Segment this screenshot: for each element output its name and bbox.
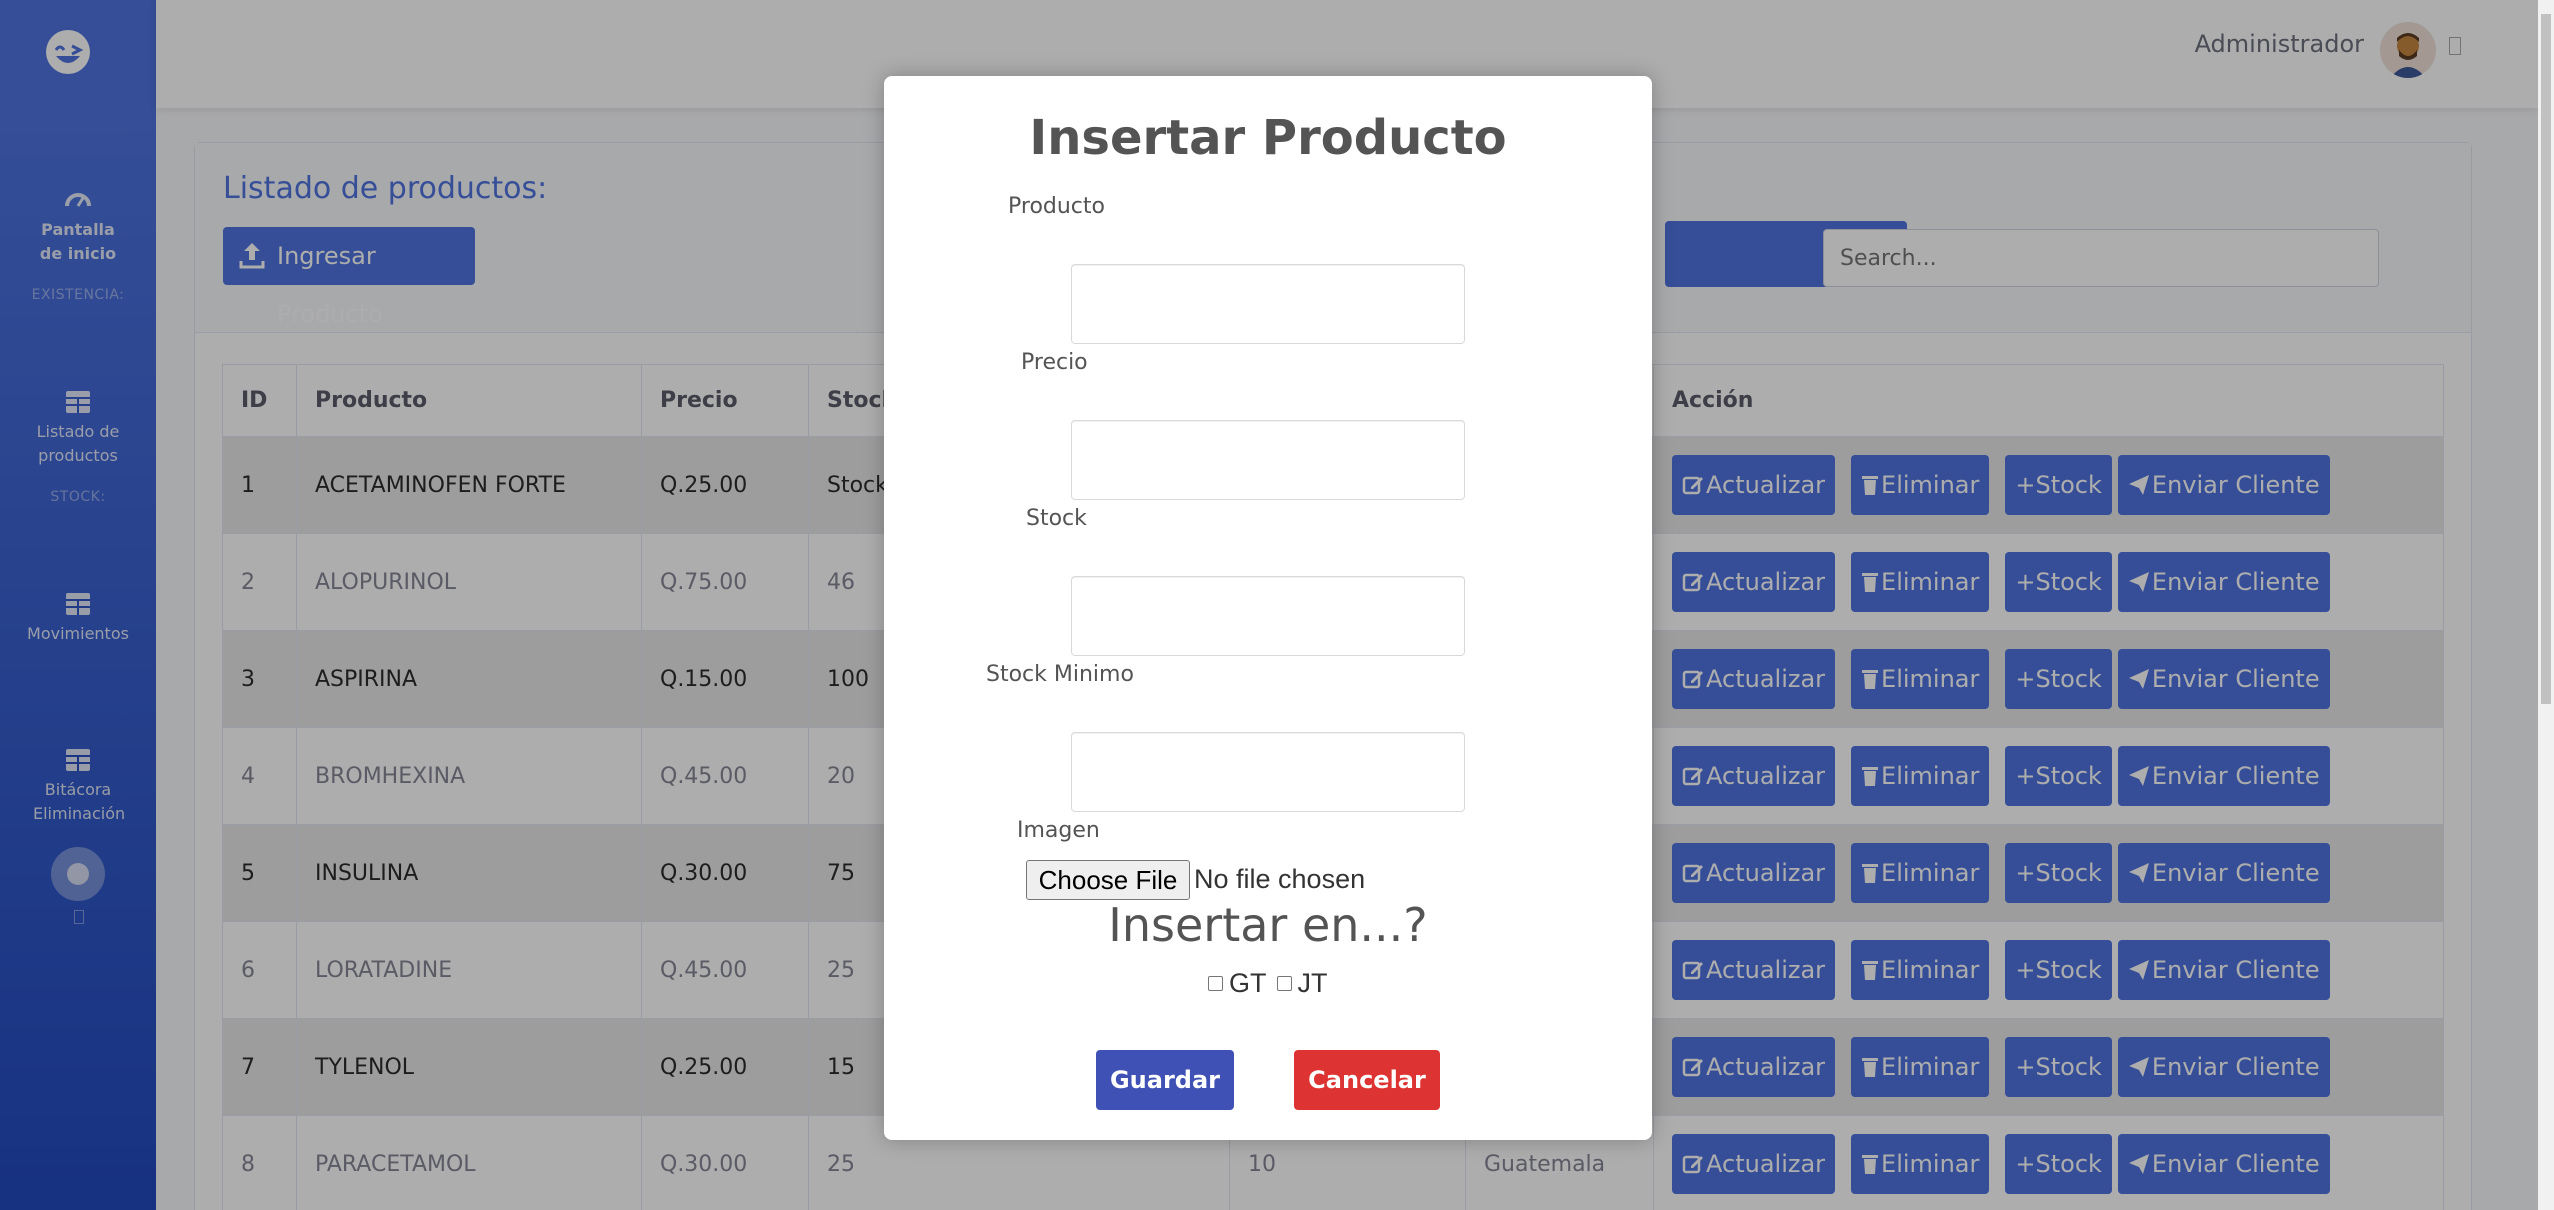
page-scrollbar[interactable] (2538, 0, 2554, 1210)
stock-input[interactable] (1071, 576, 1465, 656)
jt-checkbox[interactable] (1276, 976, 1292, 991)
stock-minimo-input[interactable] (1071, 732, 1465, 812)
modal-title: Insertar Producto (1029, 110, 1507, 166)
imagen-label: Imagen (1017, 818, 1100, 843)
cancel-button[interactable]: Cancelar (1294, 1050, 1440, 1110)
file-status: No file chosen (1194, 864, 1366, 894)
choose-file-button[interactable]: Choose File (1026, 860, 1190, 900)
gt-label: GT (1229, 968, 1267, 998)
jt-label: JT (1297, 968, 1328, 998)
stock-label: Stock (1026, 506, 1087, 531)
precio-label: Precio (1021, 350, 1088, 375)
scrollbar-thumb[interactable] (2541, 14, 2551, 704)
stock-minimo-label: Stock Minimo (986, 662, 1134, 687)
producto-label: Producto (1008, 194, 1105, 219)
insert-location-heading: Insertar en...? (1108, 898, 1428, 952)
insert-product-modal: Insertar Producto Producto Precio Stock … (884, 76, 1652, 1140)
precio-input[interactable] (1071, 420, 1465, 500)
gt-checkbox[interactable] (1208, 976, 1223, 991)
producto-input[interactable] (1071, 264, 1465, 344)
save-button[interactable]: Guardar (1096, 1050, 1234, 1110)
location-checkboxes: GT JT (1204, 968, 1328, 999)
